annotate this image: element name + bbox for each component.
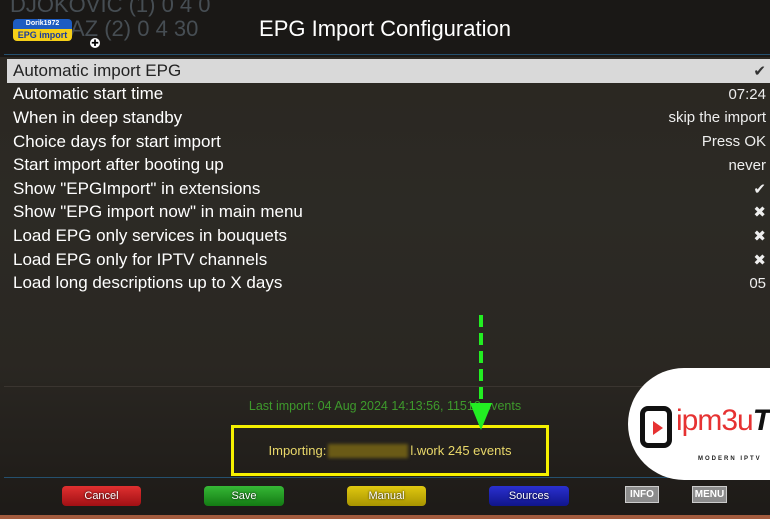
setting-value[interactable]: skip the import xyxy=(668,109,766,126)
setting-label: When in deep standby xyxy=(13,107,183,127)
settings-list[interactable]: Automatic import EPG ✔ Automatic start tim… xyxy=(7,59,770,295)
importing-label: Importing: xyxy=(268,443,327,458)
setting-label: Load long descriptions up to X days xyxy=(13,273,283,293)
divider xyxy=(4,477,770,478)
setting-row[interactable]: When in deep standby skip the import xyxy=(7,106,770,130)
setting-row[interactable]: Choice days for start import Press OK xyxy=(7,130,770,154)
setting-value[interactable]: 05 xyxy=(749,275,766,292)
bottom-strip xyxy=(0,515,770,519)
importing-status-box: Importing: l.work 245 events xyxy=(231,425,549,476)
sources-button[interactable]: Sources xyxy=(489,486,569,506)
setting-value[interactable]: Press OK xyxy=(702,133,766,150)
setting-row[interactable]: Load long descriptions up to X days 05 xyxy=(7,271,770,295)
setting-row[interactable]: Automatic start time 07:24 xyxy=(7,83,770,107)
watermark-name: ipm3uTv xyxy=(676,404,770,437)
info-button[interactable]: INFO xyxy=(625,486,659,503)
setting-row[interactable]: Show "EPG import now" in main menu ✖ xyxy=(7,201,770,225)
save-button[interactable]: Save xyxy=(204,486,284,506)
setting-label: Automatic start time xyxy=(13,84,164,104)
setting-row[interactable]: Automatic import EPG ✔ xyxy=(7,59,770,83)
setting-value[interactable]: ✖ xyxy=(753,203,766,221)
manual-button[interactable]: Manual xyxy=(347,486,426,506)
setting-label: Show "EPG import now" in main menu xyxy=(13,202,303,222)
setting-label: Load EPG only for IPTV channels xyxy=(13,249,268,269)
setting-value[interactable]: ✖ xyxy=(753,251,766,269)
watermark-tagline: MODERN IPTV xyxy=(698,456,762,462)
redacted-source xyxy=(328,443,409,458)
setting-label: Show "EPGImport" in extensions xyxy=(13,178,261,198)
setting-label: Start import after booting up xyxy=(13,155,224,175)
setting-label: Load EPG only services in bouquets xyxy=(13,225,288,245)
setting-row[interactable]: Show "EPGImport" in extensions ✔ xyxy=(7,177,770,201)
arrow-down-icon xyxy=(470,315,492,430)
menu-button[interactable]: MENU xyxy=(692,486,727,503)
cancel-button[interactable]: Cancel xyxy=(62,486,141,506)
setting-value[interactable]: never xyxy=(728,157,766,174)
setting-label: Choice days for start import xyxy=(13,131,221,151)
setting-value[interactable]: ✔ xyxy=(753,180,766,198)
setting-row[interactable]: Load EPG only for IPTV channels ✖ xyxy=(7,248,770,272)
divider xyxy=(4,54,770,55)
tv-play-icon xyxy=(640,406,672,448)
setting-value[interactable]: ✖ xyxy=(753,227,766,245)
setting-label: Automatic import EPG xyxy=(13,60,182,80)
setting-value[interactable]: 07:24 xyxy=(728,86,766,103)
setting-row[interactable]: Start import after booting up never xyxy=(7,153,770,177)
setting-value[interactable]: ✔ xyxy=(753,62,766,80)
page-title: EPG Import Configuration xyxy=(259,16,511,41)
ipm3utv-watermark: ipm3uTv MODERN IPTV xyxy=(628,368,770,480)
importing-detail: l.work 245 events xyxy=(410,443,512,458)
setting-row[interactable]: Load EPG only services in bouquets ✖ xyxy=(7,224,770,248)
